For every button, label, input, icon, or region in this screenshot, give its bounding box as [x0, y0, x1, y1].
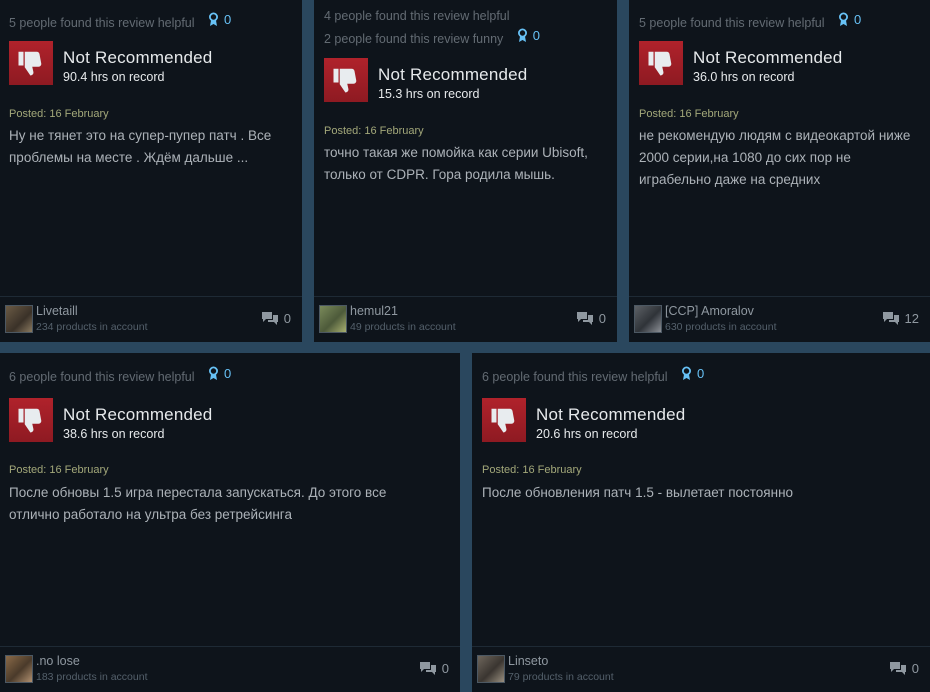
review-verdict[interactable]: Not Recommended [378, 65, 527, 85]
comment-count: 0 [911, 661, 919, 676]
helpful-count: 4 people found this review helpful 2 peo… [324, 7, 540, 49]
award-count: 0 [854, 12, 862, 27]
posted-date: Posted: 16 February [639, 108, 739, 120]
avatar[interactable] [634, 305, 662, 333]
hours-on-record: 15.3 hrs on record [378, 87, 480, 101]
comment-bubbles-icon [261, 312, 278, 325]
author-name[interactable]: hemul21 [350, 304, 398, 318]
thumbs-down-icon [482, 398, 526, 442]
review-verdict[interactable]: Not Recommended [693, 48, 842, 68]
review-text: точно такая же помойка как серии Ubisoft… [324, 145, 588, 182]
award-ribbon-icon [209, 366, 219, 380]
thumbs-down-icon [9, 41, 53, 85]
award-button[interactable]: 0 [838, 10, 861, 29]
review-card[interactable]: 5 people found this review helpful 0 Not… [0, 0, 302, 342]
review-verdict[interactable]: Not Recommended [63, 405, 212, 425]
author-name[interactable]: .no lose [36, 654, 80, 668]
comment-bubbles-icon [419, 662, 436, 675]
helpful-count: 5 people found this review helpful 0 [639, 10, 861, 33]
award-count: 0 [697, 366, 705, 381]
products-count: 630 products in account [665, 321, 777, 333]
thumbs-down-icon [639, 41, 683, 85]
hours-on-record: 20.6 hrs on record [536, 427, 638, 441]
posted-date: Posted: 16 February [9, 464, 109, 476]
review-footer: Livetaill 234 products in account 0 [0, 296, 302, 342]
avatar[interactable] [5, 305, 33, 333]
review-footer: .no lose 183 products in account 0 [0, 646, 460, 692]
review-verdict[interactable]: Not Recommended [536, 405, 685, 425]
avatar[interactable] [477, 655, 505, 683]
helpful-count: 6 people found this review helpful 0 [9, 364, 231, 387]
review-footer: Linseto 79 products in account 0 [472, 646, 930, 692]
helpful-count: 6 people found this review helpful 0 [482, 364, 704, 387]
comment-bubbles-icon [889, 662, 906, 675]
award-button[interactable]: 0 [208, 364, 231, 383]
funny-text: 2 people found this review funny [324, 32, 504, 46]
helpful-text: 5 people found this review helpful [639, 16, 825, 30]
helpful-text: 6 people found this review helpful [482, 370, 668, 384]
comments-button[interactable]: 12 [882, 311, 919, 326]
helpful-text: 6 people found this review helpful [9, 370, 195, 384]
thumbs-down-icon [9, 398, 53, 442]
review-card[interactable]: 4 people found this review helpful 2 peo… [314, 0, 617, 342]
award-ribbon-icon [517, 28, 527, 42]
award-count: 0 [224, 366, 232, 381]
posted-date: Posted: 16 February [482, 464, 582, 476]
hours-on-record: 36.0 hrs on record [693, 70, 795, 84]
comment-count: 0 [598, 311, 606, 326]
comments-button[interactable]: 0 [419, 661, 449, 676]
comment-bubbles-icon [882, 312, 899, 325]
review-text: Ну не тянет это на супер-пупер патч . Вс… [9, 128, 272, 165]
thumbs-down-icon [324, 58, 368, 102]
avatar[interactable] [319, 305, 347, 333]
helpful-count: 5 people found this review helpful 0 [9, 10, 231, 33]
products-count: 79 products in account [508, 671, 614, 683]
award-button[interactable]: 0 [208, 10, 231, 29]
comment-count: 0 [441, 661, 449, 676]
review-footer: hemul21 49 products in account 0 [314, 296, 617, 342]
review-text: После обновы 1.5 игра перестала запускат… [9, 485, 387, 522]
review-verdict[interactable]: Not Recommended [63, 48, 212, 68]
review-footer: [CCP] Amoralov 630 products in account 1… [629, 296, 930, 342]
review-card[interactable]: 6 people found this review helpful 0 Not… [0, 353, 460, 692]
award-ribbon-icon [682, 366, 692, 380]
products-count: 183 products in account [36, 671, 148, 683]
comments-button[interactable]: 0 [576, 311, 606, 326]
comment-bubbles-icon [576, 312, 593, 325]
avatar[interactable] [5, 655, 33, 683]
review-text: После обновления патч 1.5 - вылетает пос… [482, 485, 794, 500]
award-ribbon-icon [209, 12, 219, 26]
award-button[interactable]: 0 [681, 364, 704, 383]
hours-on-record: 90.4 hrs on record [63, 70, 165, 84]
award-count: 0 [224, 12, 232, 27]
award-count: 0 [532, 28, 541, 43]
award-button[interactable]: 0 [517, 26, 540, 45]
products-count: 234 products in account [36, 321, 148, 333]
comments-button[interactable]: 0 [261, 311, 291, 326]
products-count: 49 products in account [350, 321, 456, 333]
author-name[interactable]: [CCP] Amoralov [665, 304, 754, 318]
award-ribbon-icon [839, 12, 849, 26]
comments-button[interactable]: 0 [889, 661, 919, 676]
author-name[interactable]: Linseto [508, 654, 548, 668]
helpful-text: 5 people found this review helpful [9, 16, 195, 30]
review-card[interactable]: 5 people found this review helpful 0 Not… [629, 0, 930, 342]
posted-date: Posted: 16 February [324, 125, 424, 137]
review-text: не рекомендую людям с видеокартой ниже 2… [639, 128, 911, 187]
comment-count: 12 [904, 311, 919, 326]
comment-count: 0 [283, 311, 291, 326]
helpful-text: 4 people found this review helpful [324, 9, 510, 23]
hours-on-record: 38.6 hrs on record [63, 427, 165, 441]
posted-date: Posted: 16 February [9, 108, 109, 120]
author-name[interactable]: Livetaill [36, 304, 78, 318]
review-card[interactable]: 6 people found this review helpful 0 Not… [472, 353, 930, 692]
